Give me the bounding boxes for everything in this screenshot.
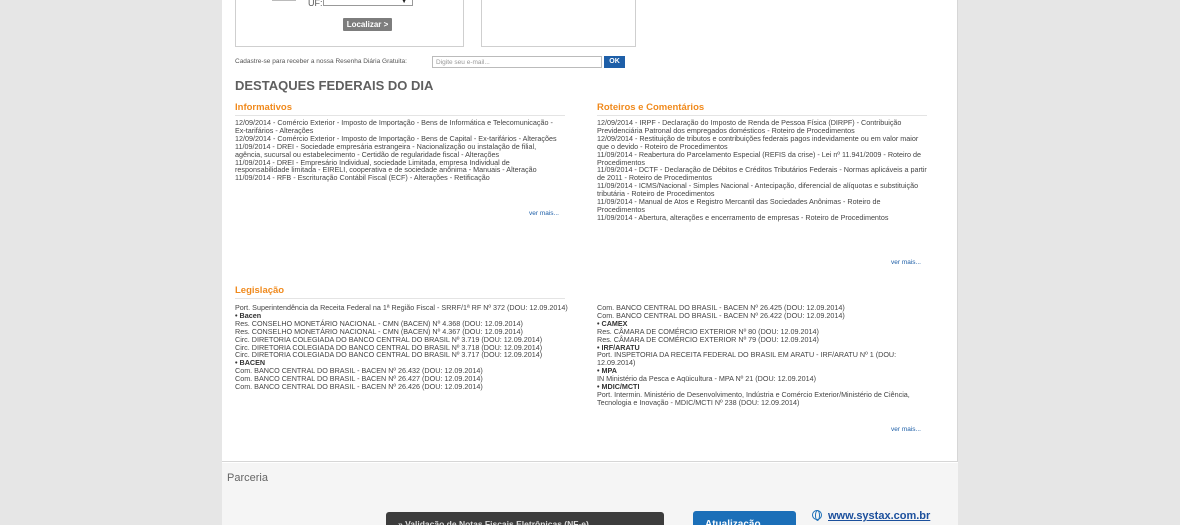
legislacao-item[interactable]: Com. BANCO CENTRAL DO BRASIL - BACEN Nº … <box>597 312 929 320</box>
dropdown-arrow-icon: ▼ <box>400 0 408 5</box>
uf-select[interactable]: ▼ <box>323 0 413 6</box>
legislacao-right-list: Com. BANCO CENTRAL DO BRASIL - BACEN Nº … <box>597 304 929 407</box>
roteiro-item[interactable]: 11/09/2014 - Manual de Atos e Registro M… <box>597 198 929 214</box>
email-input[interactable] <box>432 56 602 68</box>
legislacao-more-link[interactable]: ver mais... <box>891 426 921 433</box>
legislacao-heading: Legislação <box>235 285 565 299</box>
informativo-item[interactable]: 11/09/2014 - DREI - Sociedade empresária… <box>235 142 565 159</box>
right-gutter <box>958 0 1180 525</box>
legislacao-item[interactable]: Res. CÂMARA DE COMÉRCIO EXTERIOR Nº 79 (… <box>597 335 929 344</box>
legislacao-item[interactable]: Port. Superintendência da Receita Federa… <box>235 304 570 312</box>
roteiro-item[interactable]: 11/09/2014 - Abertura, alterações e ence… <box>597 213 929 222</box>
informativo-item[interactable]: 11/09/2014 - DREI - Empresário Individua… <box>235 158 565 175</box>
legislacao-item[interactable]: Port. Intermin. Ministério de Desenvolvi… <box>597 391 929 407</box>
informativo-item[interactable]: 11/09/2014 - RFB - Escrituração Contábil… <box>235 174 565 182</box>
newsletter-label: Cadastre-se para receber a nossa Resenha… <box>235 58 407 65</box>
roteiro-item[interactable]: 11/09/2014 - ICMS/Nacional - Simples Nac… <box>597 182 929 198</box>
main-content: UF: ▼ Localizar > Cadastre-se para receb… <box>222 0 958 462</box>
site-link-text: www.systax.com.br <box>828 510 931 522</box>
legislacao-left-list: Port. Superintendência da Receita Federa… <box>235 304 570 391</box>
section-title: DESTAQUES FEDERAIS DO DIA <box>235 78 434 93</box>
roteiros-list: 12/09/2014 - IRPF - Declaração do Impost… <box>597 119 929 222</box>
atualizacao-banner[interactable]: Atualização <box>693 511 796 525</box>
legislacao-item[interactable]: Circ. DIRETORIA COLEGIADA DO BANCO CENTR… <box>235 351 570 359</box>
informativos-more-link[interactable]: ver mais... <box>529 210 559 217</box>
number-input[interactable] <box>272 0 296 1</box>
roteiro-item[interactable]: 12/09/2014 - Restituição de tributos e c… <box>597 134 929 151</box>
left-gutter <box>0 0 222 525</box>
search-box: UF: ▼ Localizar > <box>235 0 464 47</box>
side-box <box>481 0 636 47</box>
roteiro-item[interactable]: 11/09/2014 - Reabertura do Parcelamento … <box>597 150 929 167</box>
legislacao-item[interactable]: IN Ministério da Pesca e Aqüicultura - M… <box>597 375 929 383</box>
roteiro-item[interactable]: 11/09/2014 - DCTF - Declaração de Débito… <box>597 166 929 182</box>
ok-button[interactable]: OK <box>604 56 625 68</box>
legislacao-item[interactable]: Port. INSPETORIA DA RECEITA FEDERAL DO B… <box>597 351 929 367</box>
systax-site-link[interactable]: www.systax.com.br <box>812 510 930 522</box>
uf-label: UF: <box>308 0 323 8</box>
globe-icon <box>812 510 822 521</box>
informativos-list: 12/09/2014 - Comércio Exterior - Imposto… <box>235 119 565 182</box>
nfe-validation-banner[interactable]: » Validação de Notas Fiscais Eletrônicas… <box>386 512 664 525</box>
informativos-heading: Informativos <box>235 102 565 116</box>
localizar-button[interactable]: Localizar > <box>343 18 392 31</box>
roteiros-heading: Roteiros e Comentários <box>597 102 927 116</box>
parceria-label: Parceria <box>227 472 268 484</box>
informativo-item[interactable]: 12/09/2014 - Comércio Exterior - Imposto… <box>235 119 565 135</box>
footer-area: Parceria » Validação de Notas Fiscais El… <box>222 463 958 525</box>
legislacao-item[interactable]: Com. BANCO CENTRAL DO BRASIL - BACEN Nº … <box>235 383 570 391</box>
roteiros-more-link[interactable]: ver mais... <box>891 259 921 266</box>
roteiro-item[interactable]: 12/09/2014 - IRPF - Declaração do Impost… <box>597 119 929 135</box>
